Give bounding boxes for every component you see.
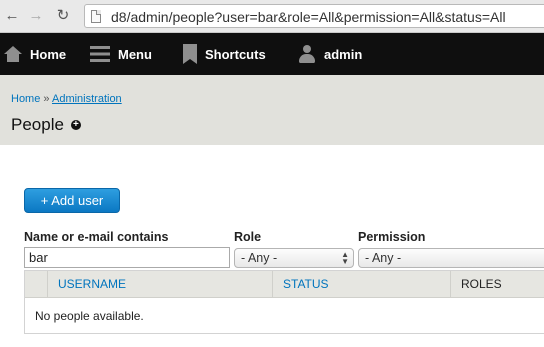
page-header: Home » Administration People + (0, 75, 544, 145)
page-title-text: People (11, 115, 64, 134)
page-title: People + (11, 115, 81, 135)
breadcrumb: Home » Administration (11, 93, 122, 105)
role-filter-label: Role (234, 230, 262, 244)
column-status[interactable]: STATUS (272, 271, 450, 297)
column-roles: ROLES (450, 271, 544, 297)
select-arrows-icon: ▲ ▼ (341, 250, 349, 266)
role-select[interactable]: - Any - ▲ ▼ (234, 248, 354, 268)
toolbar-shortcuts[interactable]: Shortcuts (183, 33, 266, 75)
select-all-column[interactable] (25, 271, 47, 297)
role-select-value: - Any - (241, 251, 278, 265)
table-header: USERNAME STATUS ROLES (25, 271, 544, 298)
url-text[interactable]: d8/admin/people?user=bar&role=All&permis… (111, 9, 506, 25)
permission-select-value: - Any - (365, 251, 402, 265)
name-filter-input[interactable] (24, 247, 230, 268)
name-filter-label: Name or e-mail contains (24, 230, 169, 244)
toolbar-user[interactable]: admin (298, 33, 362, 75)
page-icon (91, 10, 101, 23)
empty-message: No people available. (35, 309, 144, 323)
breadcrumb-separator: » (43, 93, 50, 105)
back-arrow-icon[interactable]: ← (4, 8, 20, 24)
breadcrumb-administration-link[interactable]: Administration (52, 93, 122, 105)
toolbar-menu[interactable]: Menu (90, 33, 152, 75)
reload-icon[interactable]: ↻ (55, 8, 71, 24)
address-bar[interactable]: d8/admin/people?user=bar&role=All&permis… (84, 4, 544, 28)
browser-bar: ← → ↻ d8/admin/people?user=bar&role=All&… (0, 0, 544, 33)
people-table: USERNAME STATUS ROLES No people availabl… (24, 270, 544, 334)
forward-arrow-icon[interactable]: → (28, 8, 44, 24)
home-icon (4, 46, 22, 62)
toolbar-shortcuts-label: Shortcuts (205, 46, 266, 62)
bookmark-icon (183, 44, 197, 64)
user-icon (298, 45, 316, 63)
permission-select[interactable]: - Any - (358, 248, 544, 268)
add-user-button[interactable]: + Add user (24, 188, 120, 213)
add-shortcut-icon[interactable]: + (70, 120, 81, 130)
breadcrumb-home-link[interactable]: Home (11, 93, 40, 105)
toolbar-user-label: admin (324, 46, 363, 62)
admin-toolbar: Home Menu Shortcuts admin (0, 33, 544, 75)
toolbar-menu-label: Menu (118, 46, 152, 62)
column-username[interactable]: USERNAME (47, 271, 272, 297)
permission-filter-label: Permission (358, 230, 426, 244)
toolbar-home-label: Home (30, 46, 67, 62)
menu-icon (90, 46, 110, 62)
toolbar-home[interactable]: Home (4, 33, 66, 75)
